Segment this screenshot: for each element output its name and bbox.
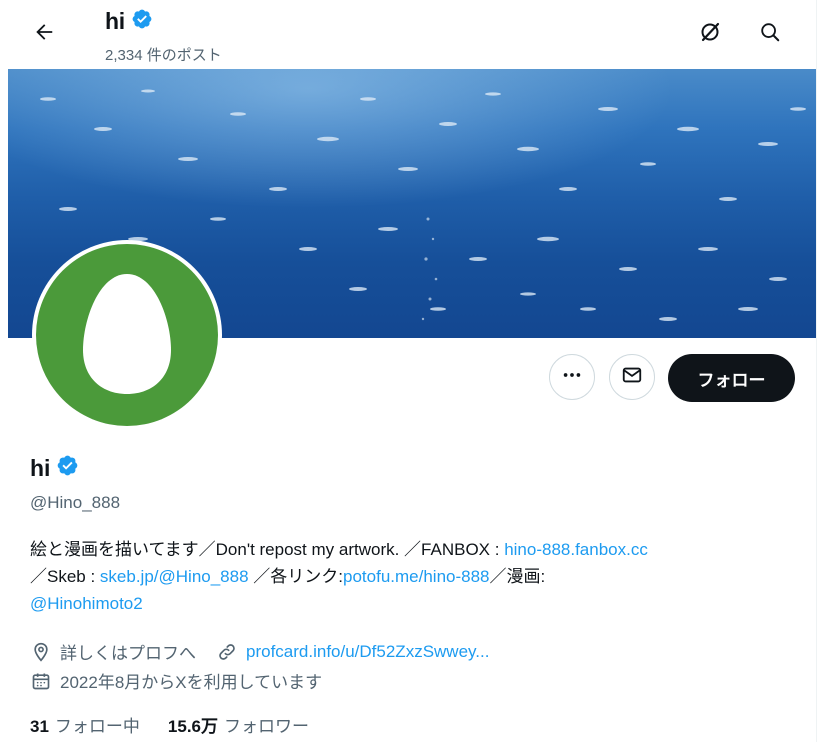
profile-display-name: hi <box>30 454 51 481</box>
bio-line-2: ／Skeb : skeb.jp/@Hino_888 ／各リンク:potofu.m… <box>30 563 800 590</box>
manga-account-link[interactable]: @Hinohimoto2 <box>30 594 143 613</box>
more-button[interactable] <box>549 354 595 400</box>
profile-joined-date: 2022年8月からXを利用しています <box>60 673 323 692</box>
profile-meta-joined: 2022年8月からXを利用しています <box>30 668 322 693</box>
followers-stat[interactable]: 15.6万 フォロワー <box>168 712 309 737</box>
verified-badge-icon <box>131 8 153 35</box>
bio-text: ／各リンク: <box>248 567 344 586</box>
bio-line-3: @Hinohimoto2 <box>30 590 800 617</box>
followers-label: フォロワー <box>224 717 310 736</box>
profile-bio: 絵と漫画を描いてます／Don't repost my artwork. ／FAN… <box>30 536 800 617</box>
search-icon <box>759 21 781 48</box>
location-icon <box>30 641 52 663</box>
header-name: hi <box>105 8 125 34</box>
following-count: 31 <box>30 717 49 736</box>
calendar-icon <box>30 670 52 692</box>
profile-handle: @Hino_888 <box>30 493 121 512</box>
avatar-image <box>36 244 218 426</box>
grok-icon <box>698 20 722 49</box>
potofu-link[interactable]: potofu.me/hino-888 <box>343 567 490 586</box>
message-icon <box>621 364 643 391</box>
header-title: hi <box>105 8 153 35</box>
profile-website-link[interactable]: profcard.info/u/Df52ZxzSwwey... <box>246 642 489 662</box>
verified-badge-icon <box>56 454 79 482</box>
bio-text: ／Skeb : <box>30 567 100 586</box>
following-label: フォロー中 <box>54 717 140 736</box>
back-button[interactable] <box>24 14 64 54</box>
profile-stats: 31 フォロー中 15.6万 フォロワー <box>30 712 309 737</box>
back-arrow-icon <box>33 21 55 48</box>
profile-header: hi 2,334 件のポスト <box>8 0 816 68</box>
followers-count: 15.6万 <box>167 717 219 736</box>
profile-name: hi <box>30 454 79 482</box>
profile-page: hi 2,334 件のポスト フォロー hi @Hino_888 絵と漫画を描い… <box>8 0 816 742</box>
bio-text: 絵と漫画を描いてます／Don't repost my artwork. ／FAN… <box>30 540 505 559</box>
follow-button[interactable]: フォロー <box>668 354 795 402</box>
bio-text: ／漫画: <box>489 567 546 586</box>
link-icon <box>216 641 238 663</box>
fanbox-link[interactable]: hino-888.fanbox.cc <box>504 540 648 559</box>
post-count: 2,334 件のポスト <box>105 47 222 64</box>
grok-button[interactable] <box>690 14 730 54</box>
profile-meta-location-website: 詳しくはプロフへ profcard.info/u/Df52ZxzSwwey... <box>30 639 489 664</box>
following-stat[interactable]: 31 フォロー中 <box>30 712 140 737</box>
profile-location: 詳しくはプロフへ <box>60 644 196 663</box>
profile-avatar[interactable] <box>32 240 222 430</box>
message-button[interactable] <box>609 354 655 400</box>
bio-line-1: 絵と漫画を描いてます／Don't repost my artwork. ／FAN… <box>30 536 800 563</box>
more-icon <box>561 364 583 391</box>
skeb-link[interactable]: skeb.jp/@Hino_888 <box>100 567 249 586</box>
search-button[interactable] <box>750 14 790 54</box>
